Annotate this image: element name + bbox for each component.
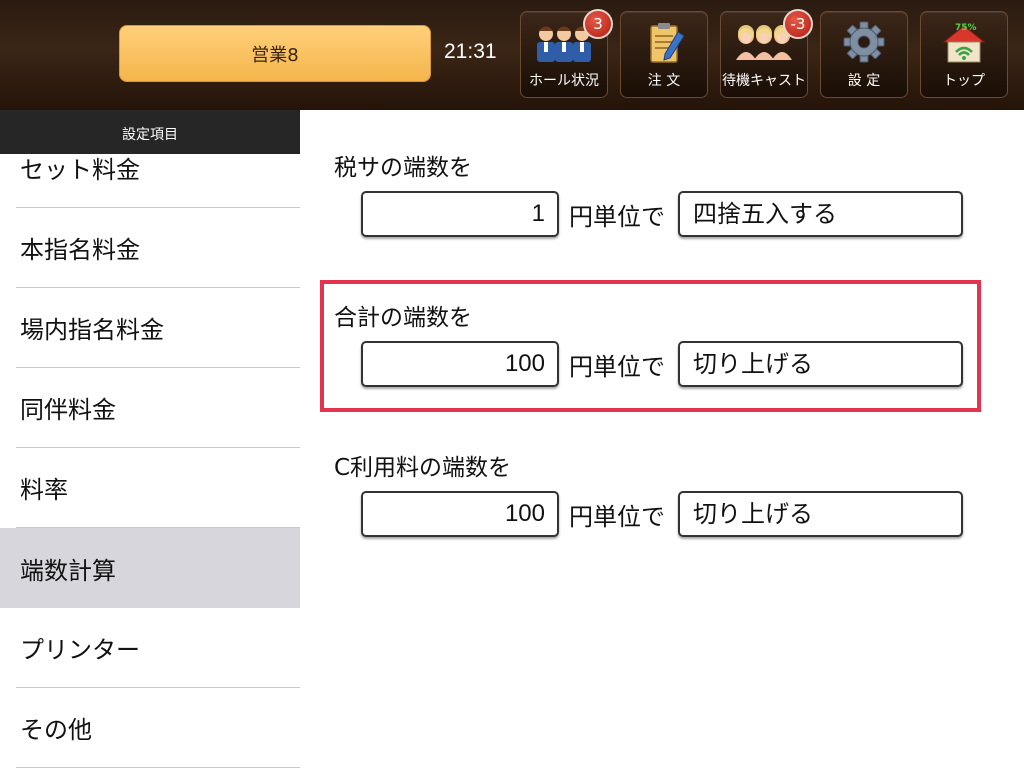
sidebar-item-label: 料率 <box>20 476 68 504</box>
waiting-cast-label: 待機キャスト <box>722 73 806 89</box>
sidebar-item-label: 端数計算 <box>20 556 116 585</box>
settings-sidebar: 設定項目 セット料金 本指名料金 場内指名料金 同伴料金 料率 端数計算 プリン… <box>0 110 300 768</box>
unit-label: 円単位で <box>569 352 665 381</box>
settings-label: 設 定 <box>847 73 881 89</box>
waiting-cast-button[interactable]: -3 待機キャスト <box>720 9 813 98</box>
sidebar-item-rate[interactable]: 料率 <box>16 448 300 528</box>
total-unit-input[interactable]: 100 <box>361 341 559 387</box>
order-notepad-icon <box>650 23 685 63</box>
settings-button[interactable]: 設 定 <box>820 11 908 98</box>
sidebar-item-label: プリンター <box>20 636 140 664</box>
business-session-button[interactable]: 営業8 <box>119 25 431 82</box>
sidebar-item-label: 本指名料金 <box>20 236 140 264</box>
tax-service-rounding-section: 税サの端数を 1 円単位で 四捨五入する <box>334 148 974 237</box>
rounding-settings-panel: 税サの端数を 1 円単位で 四捨五入する 合計の端数を 100 円単位で 切り上… <box>300 110 1024 768</box>
sidebar-item-in-house-nomination-fee[interactable]: 場内指名料金 <box>16 288 300 368</box>
top-bar: 営業8 21:31 3 ホール状況 注 文 -3 待機キャスト 設 定 75% … <box>0 0 1024 110</box>
order-button[interactable]: 注 文 <box>620 11 708 98</box>
card-fee-rounding-section: C利用料の端数を 100 円単位で 切り上げる <box>334 448 974 537</box>
sidebar-item-main-nomination-fee[interactable]: 本指名料金 <box>16 208 300 288</box>
sidebar-item-printer[interactable]: プリンター <box>16 608 300 688</box>
unit-label: 円単位で <box>569 502 665 531</box>
hall-status-label: ホール状況 <box>529 73 599 89</box>
section-title: 税サの端数を <box>334 155 472 181</box>
section-title: C利用料の端数を <box>334 455 512 481</box>
hall-count-badge: 3 <box>583 9 613 39</box>
top-button[interactable]: 75% トップ <box>920 11 1008 98</box>
sidebar-item-label: その他 <box>20 716 92 744</box>
hall-status-button[interactable]: 3 ホール状況 <box>520 9 613 98</box>
sidebar-item-rounding[interactable]: 端数計算 <box>0 528 300 608</box>
signal-indicator: 75% <box>955 23 977 33</box>
clock: 21:31 <box>444 40 497 63</box>
waiting-count-badge: -3 <box>783 9 813 39</box>
gear-icon <box>843 21 885 63</box>
tax-service-unit-input[interactable]: 1 <box>361 191 559 237</box>
order-label: 注 文 <box>647 73 681 89</box>
sidebar-item-accompany-fee[interactable]: 同伴料金 <box>16 368 300 448</box>
sidebar-item-label: セット料金 <box>20 156 140 184</box>
card-fee-mode-select[interactable]: 切り上げる <box>678 491 963 537</box>
card-fee-unit-input[interactable]: 100 <box>361 491 559 537</box>
total-mode-select[interactable]: 切り上げる <box>678 341 963 387</box>
unit-label: 円単位で <box>569 202 665 231</box>
sidebar-item-other[interactable]: その他 <box>16 688 300 768</box>
sidebar-item-label: 同伴料金 <box>20 396 116 424</box>
sidebar-item-label: 場内指名料金 <box>20 316 164 344</box>
tax-service-mode-select[interactable]: 四捨五入する <box>678 191 963 237</box>
total-rounding-section: 合計の端数を 100 円単位で 切り上げる <box>334 298 974 387</box>
sidebar-title: 設定項目 <box>0 110 300 154</box>
section-title: 合計の端数を <box>334 305 472 331</box>
top-label: トップ <box>943 73 985 89</box>
